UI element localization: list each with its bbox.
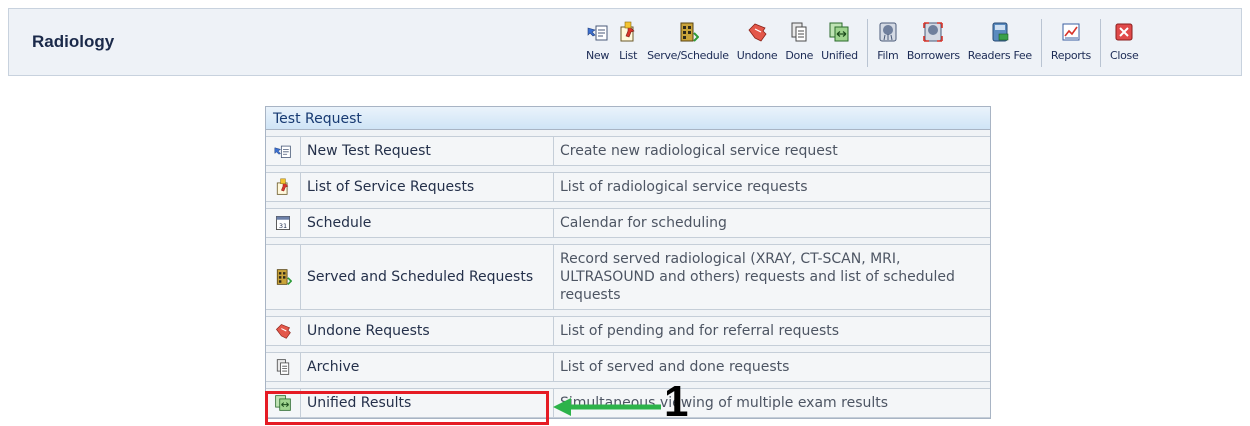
unified-icon [829, 22, 849, 42]
toolbar-separator [1040, 19, 1042, 67]
readers-fee-icon [992, 22, 1009, 42]
menu-desc: Create new radiological service request [560, 143, 838, 159]
menu-caption: Test Request [266, 107, 990, 130]
step-number: 1 [664, 377, 689, 426]
toolbar-done-button[interactable]: Done [781, 15, 817, 71]
toolbar-reports-label: Reports [1050, 49, 1091, 62]
test-request-menu: Test Request New Test Request Create new… [265, 106, 991, 419]
menu-desc: Calendar for scheduling [560, 215, 727, 231]
svg-text:31: 31 [279, 222, 287, 230]
toolbar-film-button[interactable]: Film [873, 15, 903, 71]
toolbar-list-button[interactable]: List [613, 15, 643, 71]
toolbar-readers-fee-button[interactable]: Readers Fee [964, 15, 1036, 71]
toolbar-close-label: Close [1109, 49, 1139, 62]
menu-row-list-of-service-requests[interactable]: List of Service Requests List of radiolo… [266, 172, 990, 202]
toolbar-film-label: Film [877, 49, 899, 62]
menu-link-undone-requests[interactable]: Undone Requests [301, 317, 554, 345]
pointer-arrow [553, 398, 661, 416]
menu-row-archive[interactable]: Archive List of served and done requests [266, 352, 990, 382]
menu-desc: List of served and done requests [560, 359, 790, 375]
new-request-icon [274, 145, 291, 158]
toolbar-unified-label: Unified [821, 49, 858, 62]
menu-desc: List of radiological service requests [560, 179, 808, 195]
menu-row-undone-requests[interactable]: Undone Requests List of pending and for … [266, 316, 990, 346]
toolbar-new-label: New [586, 49, 610, 62]
menu-link-new-test-request[interactable]: New Test Request [301, 137, 554, 165]
toolbar-new-button[interactable]: New [582, 15, 613, 71]
film-icon [879, 22, 897, 42]
toolbar: New List Serve/Schedule Undone Done Unif… [582, 15, 1142, 71]
menu-row-served-and-scheduled-requests[interactable]: Served and Scheduled Requests Record ser… [266, 244, 990, 310]
reports-icon [1062, 23, 1080, 41]
toolbar-borrowers-button[interactable]: Borrowers [903, 15, 964, 71]
menu-link-archive[interactable]: Archive [301, 353, 554, 381]
toolbar-unified-button[interactable]: Unified [817, 15, 862, 71]
archive-icon [276, 359, 290, 375]
menu-link-served-and-scheduled-requests[interactable]: Served and Scheduled Requests [301, 245, 554, 309]
app-title: Radiology [32, 32, 115, 51]
menu-row-new-test-request[interactable]: New Test Request Create new radiological… [266, 136, 990, 166]
menu-row-schedule[interactable]: 31 Schedule Calendar for scheduling [266, 208, 990, 238]
new-request-icon [587, 25, 608, 41]
toolbar-reports-button[interactable]: Reports [1047, 15, 1095, 71]
toolbar-done-label: Done [785, 49, 814, 62]
highlight-box [265, 391, 549, 425]
serve-schedule-icon [276, 269, 292, 285]
calendar-icon: 31 [276, 216, 290, 230]
toolbar-close-button[interactable]: Close [1106, 15, 1142, 71]
serve-schedule-icon [680, 22, 699, 42]
list-icon [276, 178, 289, 195]
toolbar-separator [1099, 19, 1101, 67]
list-icon [620, 21, 635, 42]
done-icon [791, 22, 807, 42]
toolbar-serve-schedule-label: Serve/Schedule [647, 49, 729, 62]
toolbar-borrowers-label: Borrowers [906, 49, 960, 62]
menu-desc: List of pending and for referral request… [560, 323, 840, 339]
close-icon [1115, 23, 1133, 41]
toolbar-serve-schedule-button[interactable]: Serve/Schedule [643, 15, 733, 71]
toolbar-readers-fee-label: Readers Fee [967, 49, 1032, 62]
toolbar-undone-button[interactable]: Undone [733, 15, 782, 71]
borrowers-icon [923, 22, 944, 42]
menu-desc: Record served radiological (XRAY, CT-SCA… [560, 251, 955, 303]
app-header: Radiology New List Serve/Schedule Undone… [8, 8, 1242, 76]
toolbar-undone-label: Undone [736, 49, 778, 62]
menu-link-list-of-service-requests[interactable]: List of Service Requests [301, 173, 554, 201]
undone-icon [748, 23, 767, 42]
toolbar-separator [866, 19, 868, 67]
toolbar-list-label: List [619, 49, 638, 62]
undone-icon [276, 324, 291, 339]
menu-link-schedule[interactable]: Schedule [301, 209, 554, 237]
